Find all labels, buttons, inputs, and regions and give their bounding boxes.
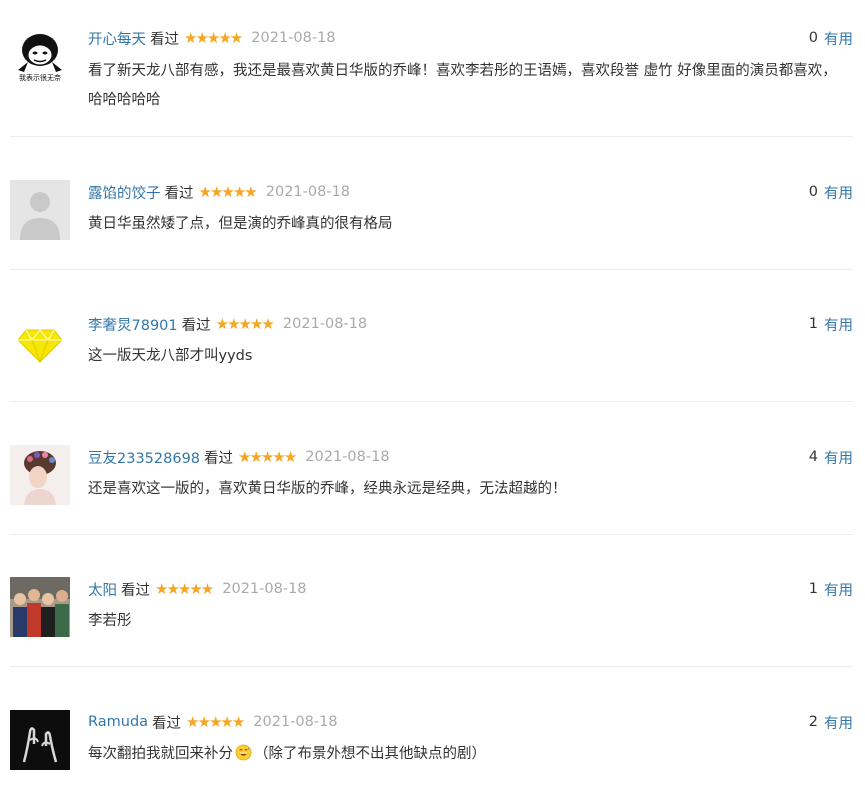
watched-label: 看过 xyxy=(164,185,194,202)
review-item: Ramuda 看过 ★★★★★ 2021-08-18 2 有用 每次翻拍我就回来… xyxy=(10,710,853,790)
star-icon: ★★★★★ xyxy=(198,182,258,201)
meme-avatar-icon[interactable]: 我表示很无奈 xyxy=(10,26,70,86)
review-content-tail: （除了布景外想不出其他缺点的剧） xyxy=(254,746,486,762)
useful-button[interactable]: 有用 xyxy=(824,579,853,600)
vote-count: 4 xyxy=(808,449,818,465)
user-name-link[interactable]: 李奢炅78901 xyxy=(88,314,178,335)
review-item: 我表示很无奈 开心每天 看过 ★★★★★ 2021-08-18 0 有用 看了新… xyxy=(10,26,853,137)
vote-count: 0 xyxy=(808,30,818,46)
review-meta: Ramuda 看过 ★★★★★ 2021-08-18 xyxy=(88,710,793,734)
watched-label: 看过 xyxy=(152,715,182,732)
girl-avatar-icon[interactable] xyxy=(10,445,70,505)
group-photo-avatar-icon[interactable] xyxy=(10,577,70,637)
star-icon: ★★★★★ xyxy=(238,447,297,466)
star-icon: ★★★★★ xyxy=(155,579,214,598)
star-icon: ★★★★★ xyxy=(184,28,243,47)
review-content-text: 每次翻拍我就回来补分 xyxy=(88,746,233,762)
avatar-caption: 我表示很无奈 xyxy=(19,74,61,82)
useful-votes: 0 有用 xyxy=(809,180,853,204)
review-content: 还是喜欢这一版的，喜欢黄日华版的乔峰，经典永远是经典，无法超越的！ xyxy=(88,481,567,497)
review-date: 2021-08-18 xyxy=(222,581,307,597)
review-item: 露馅的饺子 看过 ★★★★★ 2021-08-18 0 有用 黄日华虽然矮了点，… xyxy=(10,180,853,270)
rating-stars: ★★★★★ xyxy=(198,182,258,201)
useful-votes: 0 有用 xyxy=(809,26,853,50)
review-item: 李奢炅78901 看过 ★★★★★ 2021-08-18 1 有用 这一版天龙八… xyxy=(10,312,853,402)
rating-stars: ★★★★★ xyxy=(155,579,214,598)
review-meta: 太阳 看过 ★★★★★ 2021-08-18 xyxy=(88,577,793,601)
review-item: 豆友233528698 看过 ★★★★★ 2021-08-18 4 有用 还是喜… xyxy=(10,445,853,535)
user-name-link[interactable]: 豆友233528698 xyxy=(88,447,200,468)
useful-button[interactable]: 有用 xyxy=(824,712,853,733)
user-name-link[interactable]: 开心每天 xyxy=(88,28,146,49)
default-user-avatar-icon[interactable] xyxy=(10,180,70,240)
review-date: 2021-08-18 xyxy=(305,449,390,465)
rating-stars: ★★★★★ xyxy=(238,447,297,466)
vote-count: 1 xyxy=(808,316,818,332)
user-name-link[interactable]: 太阳 xyxy=(88,579,117,600)
watched-label: 看过 xyxy=(181,317,211,334)
useful-votes: 4 有用 xyxy=(809,445,853,469)
review-content: 李若彤 xyxy=(88,613,132,629)
rating-stars: ★★★★★ xyxy=(186,712,245,731)
rating-stars: ★★★★★ xyxy=(184,28,243,47)
watched-label: 看过 xyxy=(121,582,150,599)
useful-button[interactable]: 有用 xyxy=(824,182,853,203)
review-meta: 开心每天 看过 ★★★★★ 2021-08-18 xyxy=(88,26,793,50)
vote-count: 0 xyxy=(808,184,818,200)
review-date: 2021-08-18 xyxy=(282,316,368,332)
useful-votes: 1 有用 xyxy=(809,312,853,336)
review-content: 这一版天龙八部才叫yyds xyxy=(88,348,253,364)
useful-button[interactable]: 有用 xyxy=(824,28,853,49)
star-icon: ★★★★★ xyxy=(186,712,245,731)
star-icon: ★★★★★ xyxy=(215,314,275,333)
review-date: 2021-08-18 xyxy=(253,714,338,730)
vote-count: 1 xyxy=(808,581,818,597)
vote-count: 2 xyxy=(808,714,818,730)
watched-label: 看过 xyxy=(150,31,179,48)
review-meta: 李奢炅78901 看过 ★★★★★ 2021-08-18 xyxy=(88,312,793,336)
user-name-link[interactable]: Ramuda xyxy=(88,714,148,730)
review-content: 每次翻拍我就回来补分 （除了布景外想不出其他缺点的剧） xyxy=(88,740,849,772)
review-content: 黄日华虽然矮了点，但是演的乔峰真的很有格局 xyxy=(88,216,393,232)
review-content: 看了新天龙八部有感，我还是最喜欢黄日华版的乔峰！喜欢李若彤的王语嫣，喜欢段誉 虚… xyxy=(88,63,837,108)
review-date: 2021-08-18 xyxy=(251,30,336,46)
rating-stars: ★★★★★ xyxy=(215,314,275,333)
user-name-link[interactable]: 露馅的饺子 xyxy=(88,182,161,203)
hands-avatar-icon[interactable] xyxy=(10,710,70,770)
review-item: 太阳 看过 ★★★★★ 2021-08-18 1 有用 李若彤 xyxy=(10,577,853,667)
grinning-sweat-emoji-icon xyxy=(235,743,252,772)
watched-label: 看过 xyxy=(204,450,234,467)
review-meta: 豆友233528698 看过 ★★★★★ 2021-08-18 xyxy=(88,445,793,469)
review-meta: 露馅的饺子 看过 ★★★★★ 2021-08-18 xyxy=(88,180,793,204)
useful-button[interactable]: 有用 xyxy=(824,447,853,468)
diamond-avatar-icon[interactable] xyxy=(10,312,70,372)
review-date: 2021-08-18 xyxy=(265,184,351,200)
useful-votes: 2 有用 xyxy=(809,710,853,734)
useful-votes: 1 有用 xyxy=(809,577,853,601)
useful-button[interactable]: 有用 xyxy=(824,314,853,335)
